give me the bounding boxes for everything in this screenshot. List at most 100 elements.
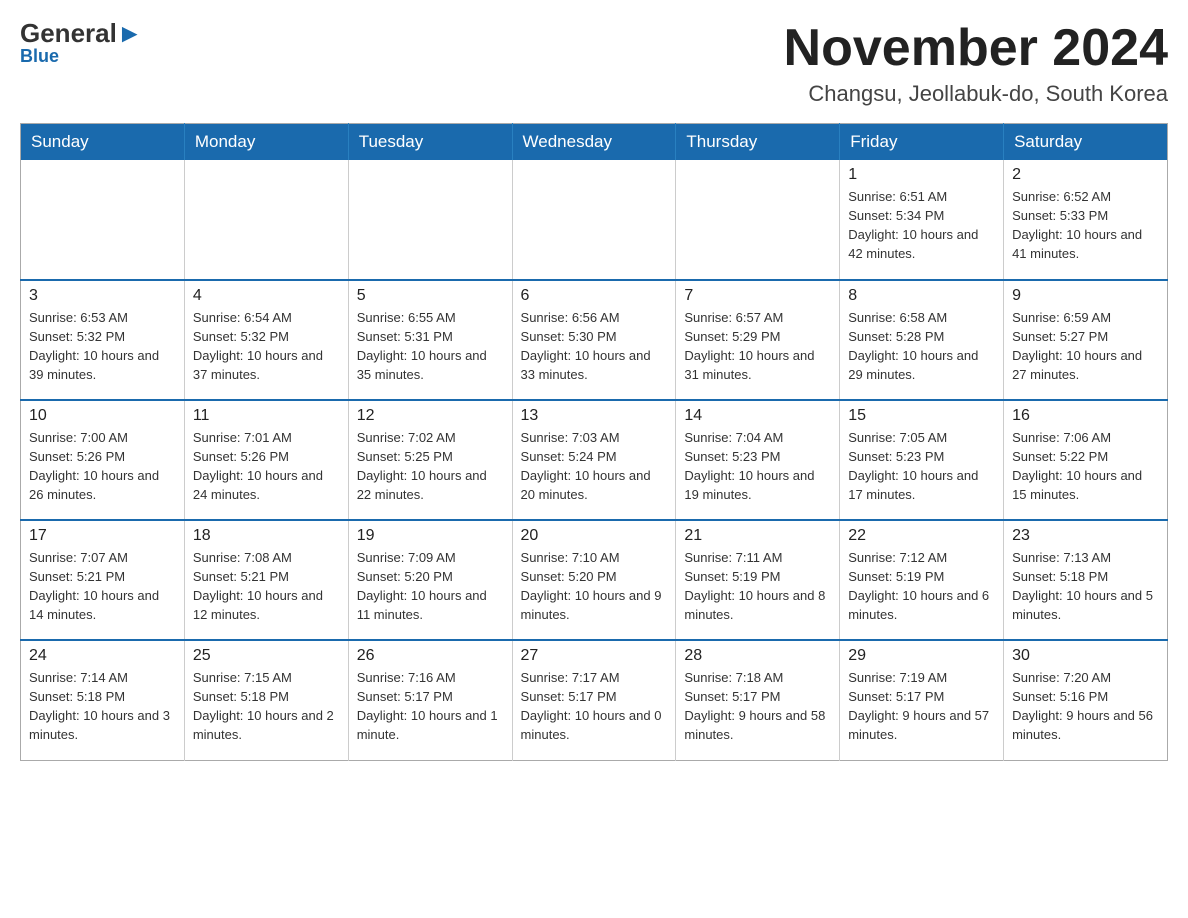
day-number: 27 — [521, 647, 668, 665]
day-info: Sunrise: 7:15 AM Sunset: 5:18 PM Dayligh… — [193, 669, 340, 744]
day-info: Sunrise: 7:01 AM Sunset: 5:26 PM Dayligh… — [193, 429, 340, 504]
calendar-day-cell: 29Sunrise: 7:19 AM Sunset: 5:17 PM Dayli… — [840, 640, 1004, 760]
month-title: November 2024 — [784, 20, 1168, 77]
calendar-day-cell — [676, 160, 840, 280]
logo-triangle-icon: ► — [117, 18, 143, 48]
day-number: 25 — [193, 647, 340, 665]
calendar-day-cell: 12 Sunrise: 7:02 AM Sunset: 5:25 PM Dayli… — [348, 400, 512, 520]
day-number: 19 — [357, 527, 504, 545]
day-info: Sunrise: 7:11 AM Sunset: 5:19 PM Dayligh… — [684, 549, 831, 624]
day-info: Sunrise: 6:55 AM Sunset: 5:31 PM Dayligh… — [357, 309, 504, 384]
weekday-header-sunday: Sunday — [21, 124, 185, 161]
calendar-day-cell: 2 Sunrise: 6:52 AM Sunset: 5:33 PM Daylig… — [1004, 160, 1168, 280]
day-number: 15 — [848, 407, 995, 425]
day-number: 21 — [684, 527, 831, 545]
day-info: Sunrise: 7:20 AM Sunset: 5:16 PM Dayligh… — [1012, 669, 1159, 744]
calendar-day-cell: 26Sunrise: 7:16 AM Sunset: 5:17 PM Dayli… — [348, 640, 512, 760]
day-number: 5 — [357, 287, 504, 305]
day-info: Sunrise: 7:02 AM Sunset: 5:25 PM Dayligh… — [357, 429, 504, 504]
day-number: 11 — [193, 407, 340, 425]
logo: General► Blue — [20, 20, 143, 67]
day-number: 2 — [1012, 166, 1159, 184]
weekday-header-thursday: Thursday — [676, 124, 840, 161]
calendar-day-cell: 14 Sunrise: 7:04 AM Sunset: 5:23 PM Dayli… — [676, 400, 840, 520]
day-info: Sunrise: 7:16 AM Sunset: 5:17 PM Dayligh… — [357, 669, 504, 744]
day-info: Sunrise: 6:57 AM Sunset: 5:29 PM Dayligh… — [684, 309, 831, 384]
day-info: Sunrise: 6:59 AM Sunset: 5:27 PM Dayligh… — [1012, 309, 1159, 384]
calendar-day-cell: 1 Sunrise: 6:51 AM Sunset: 5:34 PM Daylig… — [840, 160, 1004, 280]
calendar-day-cell: 3 Sunrise: 6:53 AM Sunset: 5:32 PM Daylig… — [21, 280, 185, 400]
day-number: 22 — [848, 527, 995, 545]
logo-general-text: General► — [20, 20, 143, 46]
day-info: Sunrise: 7:14 AM Sunset: 5:18 PM Dayligh… — [29, 669, 176, 744]
calendar-day-cell — [184, 160, 348, 280]
calendar-week-row: 1 Sunrise: 6:51 AM Sunset: 5:34 PM Daylig… — [21, 160, 1168, 280]
day-info: Sunrise: 7:05 AM Sunset: 5:23 PM Dayligh… — [848, 429, 995, 504]
day-info: Sunrise: 7:03 AM Sunset: 5:24 PM Dayligh… — [521, 429, 668, 504]
calendar-day-cell: 28 Sunrise: 7:18 AM Sunset: 5:17 PM Dayli… — [676, 640, 840, 760]
calendar-week-row: 10 Sunrise: 7:00 AM Sunset: 5:26 PM Dayli… — [21, 400, 1168, 520]
calendar-day-cell: 22Sunrise: 7:12 AM Sunset: 5:19 PM Dayli… — [840, 520, 1004, 640]
calendar-day-cell — [21, 160, 185, 280]
day-info: Sunrise: 7:10 AM Sunset: 5:20 PM Dayligh… — [521, 549, 668, 624]
day-number: 3 — [29, 287, 176, 305]
page-header: General► Blue November 2024 Changsu, Jeo… — [20, 20, 1168, 107]
day-info: Sunrise: 7:09 AM Sunset: 5:20 PM Dayligh… — [357, 549, 504, 624]
calendar-day-cell: 18Sunrise: 7:08 AM Sunset: 5:21 PM Dayli… — [184, 520, 348, 640]
day-number: 29 — [848, 647, 995, 665]
day-number: 10 — [29, 407, 176, 425]
calendar-day-cell — [512, 160, 676, 280]
calendar-day-cell: 6 Sunrise: 6:56 AM Sunset: 5:30 PM Daylig… — [512, 280, 676, 400]
day-number: 14 — [684, 407, 831, 425]
weekday-header-monday: Monday — [184, 124, 348, 161]
day-info: Sunrise: 6:52 AM Sunset: 5:33 PM Dayligh… — [1012, 188, 1159, 263]
day-info: Sunrise: 7:17 AM Sunset: 5:17 PM Dayligh… — [521, 669, 668, 744]
day-number: 16 — [1012, 407, 1159, 425]
calendar-day-cell: 19 Sunrise: 7:09 AM Sunset: 5:20 PM Dayli… — [348, 520, 512, 640]
logo-blue-text: Blue — [20, 46, 59, 67]
calendar-day-cell: 30 Sunrise: 7:20 AM Sunset: 5:16 PM Dayli… — [1004, 640, 1168, 760]
day-number: 12 — [357, 407, 504, 425]
day-number: 1 — [848, 166, 995, 184]
calendar-day-cell: 23 Sunrise: 7:13 AM Sunset: 5:18 PM Dayli… — [1004, 520, 1168, 640]
day-number: 6 — [521, 287, 668, 305]
calendar-day-cell: 10 Sunrise: 7:00 AM Sunset: 5:26 PM Dayli… — [21, 400, 185, 520]
day-number: 28 — [684, 647, 831, 665]
day-info: Sunrise: 7:07 AM Sunset: 5:21 PM Dayligh… — [29, 549, 176, 624]
calendar-day-cell: 24 Sunrise: 7:14 AM Sunset: 5:18 PM Dayli… — [21, 640, 185, 760]
day-number: 30 — [1012, 647, 1159, 665]
day-info: Sunrise: 6:51 AM Sunset: 5:34 PM Dayligh… — [848, 188, 995, 263]
day-number: 24 — [29, 647, 176, 665]
day-number: 8 — [848, 287, 995, 305]
day-info: Sunrise: 6:58 AM Sunset: 5:28 PM Dayligh… — [848, 309, 995, 384]
calendar-day-cell: 21 Sunrise: 7:11 AM Sunset: 5:19 PM Dayli… — [676, 520, 840, 640]
day-number: 18 — [193, 527, 340, 545]
weekday-header-wednesday: Wednesday — [512, 124, 676, 161]
day-info: Sunrise: 7:13 AM Sunset: 5:18 PM Dayligh… — [1012, 549, 1159, 624]
day-info: Sunrise: 7:18 AM Sunset: 5:17 PM Dayligh… — [684, 669, 831, 744]
calendar-day-cell: 4Sunrise: 6:54 AM Sunset: 5:32 PM Daylig… — [184, 280, 348, 400]
day-number: 23 — [1012, 527, 1159, 545]
day-info: Sunrise: 7:04 AM Sunset: 5:23 PM Dayligh… — [684, 429, 831, 504]
calendar-day-cell: 11 Sunrise: 7:01 AM Sunset: 5:26 PM Dayli… — [184, 400, 348, 520]
calendar-week-row: 17 Sunrise: 7:07 AM Sunset: 5:21 PM Dayli… — [21, 520, 1168, 640]
day-number: 13 — [521, 407, 668, 425]
calendar-day-cell: 7Sunrise: 6:57 AM Sunset: 5:29 PM Daylig… — [676, 280, 840, 400]
day-number: 17 — [29, 527, 176, 545]
day-info: Sunrise: 7:00 AM Sunset: 5:26 PM Dayligh… — [29, 429, 176, 504]
calendar-day-cell: 13 Sunrise: 7:03 AM Sunset: 5:24 PM Dayli… — [512, 400, 676, 520]
day-info: Sunrise: 6:53 AM Sunset: 5:32 PM Dayligh… — [29, 309, 176, 384]
calendar-week-row: 3 Sunrise: 6:53 AM Sunset: 5:32 PM Daylig… — [21, 280, 1168, 400]
calendar-table: SundayMondayTuesdayWednesdayThursdayFrid… — [20, 123, 1168, 761]
calendar-day-cell: 20Sunrise: 7:10 AM Sunset: 5:20 PM Dayli… — [512, 520, 676, 640]
title-area: November 2024 Changsu, Jeollabuk-do, Sou… — [784, 20, 1168, 107]
calendar-day-cell: 25 Sunrise: 7:15 AM Sunset: 5:18 PM Dayli… — [184, 640, 348, 760]
day-number: 9 — [1012, 287, 1159, 305]
calendar-day-cell: 9 Sunrise: 6:59 AM Sunset: 5:27 PM Daylig… — [1004, 280, 1168, 400]
calendar-day-cell: 15 Sunrise: 7:05 AM Sunset: 5:23 PM Dayli… — [840, 400, 1004, 520]
weekday-header-tuesday: Tuesday — [348, 124, 512, 161]
calendar-day-cell: 8 Sunrise: 6:58 AM Sunset: 5:28 PM Daylig… — [840, 280, 1004, 400]
calendar-day-cell: 27 Sunrise: 7:17 AM Sunset: 5:17 PM Dayli… — [512, 640, 676, 760]
calendar-day-cell: 17 Sunrise: 7:07 AM Sunset: 5:21 PM Dayli… — [21, 520, 185, 640]
day-info: Sunrise: 6:56 AM Sunset: 5:30 PM Dayligh… — [521, 309, 668, 384]
